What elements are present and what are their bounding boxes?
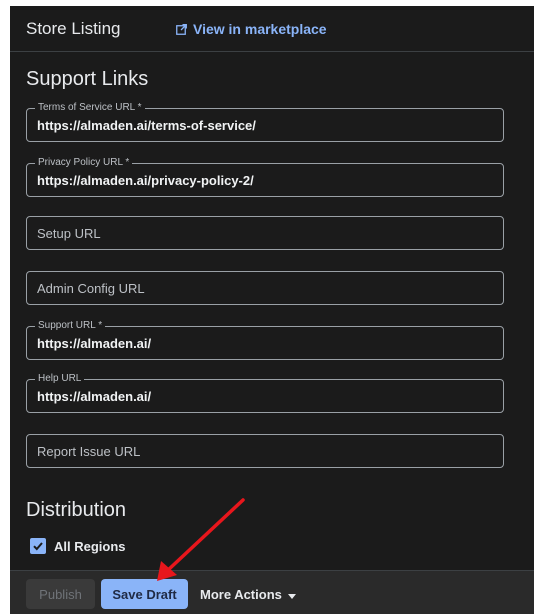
- field-value: https://almaden.ai/privacy-policy-2/: [37, 173, 254, 188]
- view-in-marketplace-label: View in marketplace: [193, 21, 327, 37]
- page-title: Store Listing: [26, 19, 121, 38]
- panel-header: Store Listing View in marketplace: [10, 6, 534, 52]
- setup-url-field[interactable]: Setup URL: [26, 216, 504, 250]
- all-regions-checkbox[interactable]: [30, 538, 46, 554]
- all-regions-checkbox-row[interactable]: All Regions: [30, 538, 126, 554]
- field-label: Support URL *: [35, 320, 106, 332]
- help-url-field[interactable]: Help URL https://almaden.ai/: [26, 373, 504, 413]
- field-value: https://almaden.ai/terms-of-service/: [37, 118, 256, 133]
- field-value: https://almaden.ai/: [37, 336, 152, 351]
- save-draft-button[interactable]: Save Draft: [101, 579, 188, 609]
- field-label: Help URL: [35, 373, 85, 385]
- store-listing-panel: Store Listing View in marketplace Suppor…: [10, 6, 534, 614]
- field-placeholder: Report Issue URL: [37, 444, 141, 459]
- support-url-field[interactable]: Support URL * https://almaden.ai/: [26, 320, 504, 360]
- save-draft-label: Save Draft: [112, 586, 177, 602]
- support-links-heading: Support Links: [26, 68, 149, 90]
- admin-config-url-field[interactable]: Admin Config URL: [26, 271, 504, 305]
- publish-label: Publish: [39, 586, 82, 602]
- caret-down-icon: [287, 587, 296, 602]
- action-footer: Publish Save Draft More Actions: [10, 570, 534, 614]
- report-issue-url-field[interactable]: Report Issue URL: [26, 434, 504, 468]
- open-in-new-icon: [176, 23, 187, 35]
- checkmark-icon: [33, 542, 43, 551]
- field-placeholder: Setup URL: [37, 226, 101, 241]
- all-regions-label: All Regions: [54, 538, 126, 554]
- publish-button[interactable]: Publish: [26, 579, 95, 609]
- field-value: https://almaden.ai/: [37, 389, 152, 404]
- field-placeholder: Admin Config URL: [37, 281, 145, 296]
- privacy-policy-url-field[interactable]: Privacy Policy URL * https://almaden.ai/…: [26, 157, 504, 197]
- field-label: Terms of Service URL *: [35, 102, 145, 114]
- distribution-heading: Distribution: [26, 499, 127, 521]
- more-actions-button[interactable]: More Actions: [200, 579, 310, 609]
- terms-of-service-url-field[interactable]: Terms of Service URL * https://almaden.a…: [26, 102, 504, 142]
- field-label: Privacy Policy URL *: [35, 157, 133, 169]
- view-in-marketplace-link[interactable]: View in marketplace: [176, 21, 327, 37]
- more-actions-label: More Actions: [200, 586, 282, 602]
